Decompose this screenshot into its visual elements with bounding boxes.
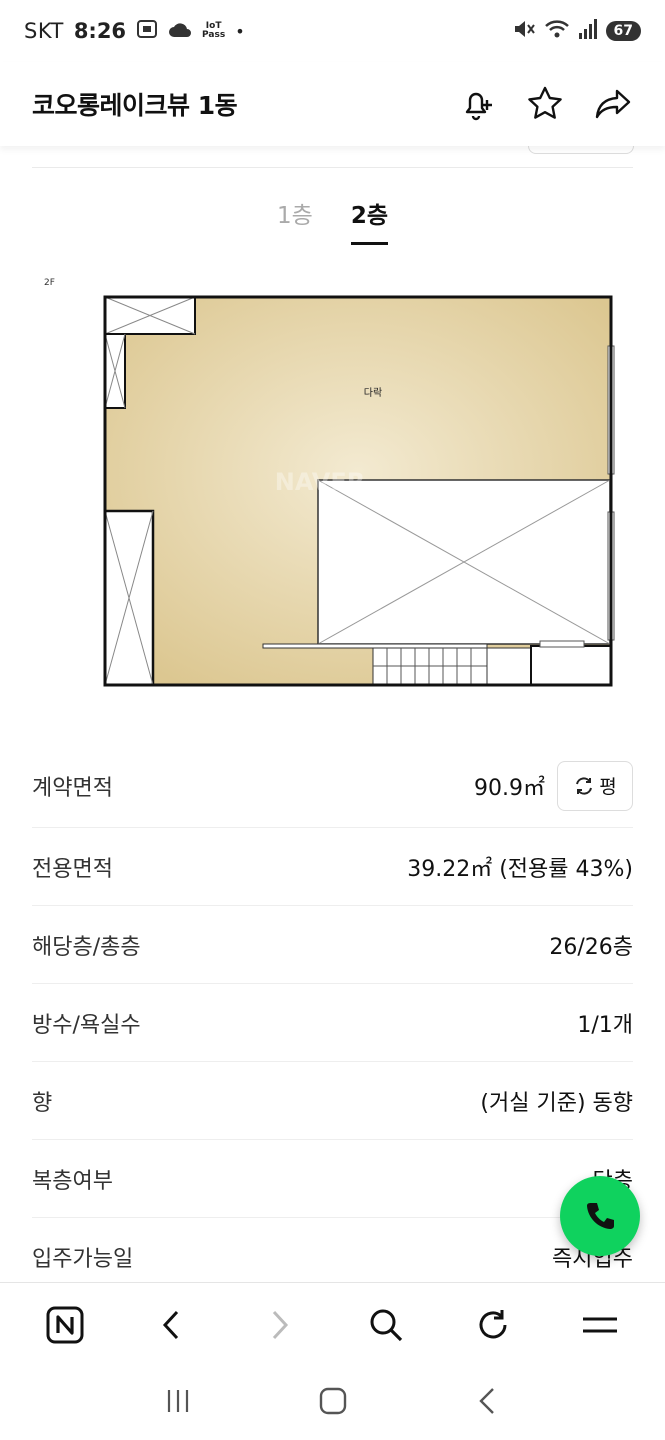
signal-icon	[578, 18, 598, 45]
room-label: 다락	[364, 387, 382, 399]
floor-code-label: 2F	[44, 278, 55, 288]
direction-value: (거실 기준) 동향	[480, 1090, 633, 1116]
naver-n-icon	[46, 1306, 84, 1343]
browser-toolbar	[0, 1282, 665, 1366]
duplex-label: 복층여부	[32, 1168, 113, 1194]
chevron-left-icon	[163, 1310, 179, 1339]
search-button[interactable]	[361, 1300, 411, 1350]
status-bar: SKT 8:26 IoT Pass • 67	[0, 0, 665, 62]
system-back-icon	[478, 1388, 494, 1414]
system-navigation-bar	[0, 1366, 665, 1440]
share-arrow-icon	[595, 89, 631, 119]
home-button[interactable]	[318, 1386, 348, 1420]
section-divider	[32, 167, 633, 168]
battery-level: 67	[605, 21, 641, 41]
contract-area-value-group: 90.9㎡ 평	[474, 760, 633, 811]
mute-icon	[512, 18, 536, 45]
forward-button[interactable]	[254, 1300, 304, 1350]
recent-apps-button[interactable]	[163, 1387, 193, 1419]
watermark-text: NAVER	[275, 468, 365, 496]
info-row-rooms: 방수/욕실수 1/1개	[32, 984, 633, 1062]
contract-area-label: 계약면적	[32, 775, 113, 801]
bell-plus-icon	[465, 92, 492, 121]
floor-plan-image: 2F NAVER 다락	[30, 268, 635, 698]
header-actions	[457, 84, 633, 124]
screen-capture-icon	[136, 19, 158, 44]
system-back-button[interactable]	[473, 1386, 503, 1420]
info-row-floor: 해당층/총층 26/26층	[32, 906, 633, 984]
tab-floor-2[interactable]: 2층	[350, 196, 388, 245]
page-title: 코오롱레이크뷰 1동	[32, 91, 238, 120]
carrier-name: SKT	[24, 19, 64, 43]
wifi-icon	[544, 18, 570, 45]
info-row-exclusive-area: 전용면적 39.22㎡ (전용률 43%)	[32, 828, 633, 906]
status-left: SKT 8:26 IoT Pass •	[24, 19, 245, 44]
iot-pass-icon: IoT Pass	[202, 22, 225, 40]
property-info-list: 계약면적 90.9㎡ 평 전용면적 39.22㎡ (전용률 43%) 해당층/총…	[32, 744, 633, 1296]
unit-toggle-button[interactable]: 평	[557, 760, 633, 811]
tab-floor-1[interactable]: 1층	[277, 196, 313, 245]
chevron-right-icon	[272, 1310, 289, 1339]
exclusive-area-value: 39.22㎡ (전용률 43%)	[407, 856, 633, 882]
cloud-icon	[168, 19, 192, 43]
phone-icon	[587, 1203, 614, 1229]
recent-apps-icon	[167, 1390, 188, 1412]
status-right: 67	[512, 18, 641, 45]
iot-bottom-text: Pass	[202, 30, 226, 40]
rooms-value: 1/1개	[577, 1012, 633, 1038]
share-button[interactable]	[593, 84, 633, 124]
home-square-icon	[319, 1387, 346, 1415]
star-icon	[528, 86, 562, 119]
notification-dot: •	[235, 21, 245, 41]
floor-tabs: 1층 2층	[0, 196, 665, 245]
back-button[interactable]	[147, 1300, 197, 1350]
exclusive-area-label: 전용면적	[32, 856, 113, 882]
hamburger-menu-icon	[582, 1317, 617, 1332]
reload-button[interactable]	[468, 1300, 518, 1350]
favorite-button[interactable]	[525, 84, 565, 124]
unit-toggle-label: 평	[599, 776, 617, 798]
alarm-add-button[interactable]	[457, 84, 497, 124]
menu-button[interactable]	[575, 1300, 625, 1350]
contract-area-value: 90.9㎡	[474, 775, 545, 801]
refresh-icon	[576, 776, 593, 795]
floor-value: 26/26층	[549, 934, 633, 960]
reload-icon	[479, 1309, 507, 1338]
search-icon	[370, 1309, 403, 1341]
clock: 8:26	[73, 19, 127, 43]
rooms-label: 방수/욕실수	[32, 1012, 141, 1038]
naver-home-button[interactable]	[40, 1300, 90, 1350]
floor-plan-drawing: 2F NAVER 다락	[44, 278, 615, 687]
direction-label: 향	[32, 1090, 53, 1116]
info-row-direction: 향 (거실 기준) 동향	[32, 1062, 633, 1140]
app-header: 코오롱레이크뷰 1동	[0, 62, 665, 146]
call-button[interactable]	[560, 1176, 640, 1256]
move-in-label: 입주가능일	[32, 1247, 134, 1272]
info-row-contract-area: 계약면적 90.9㎡ 평	[32, 744, 633, 828]
info-row-duplex: 복층여부 단층	[32, 1140, 633, 1218]
floor-label: 해당층/총층	[32, 934, 141, 960]
